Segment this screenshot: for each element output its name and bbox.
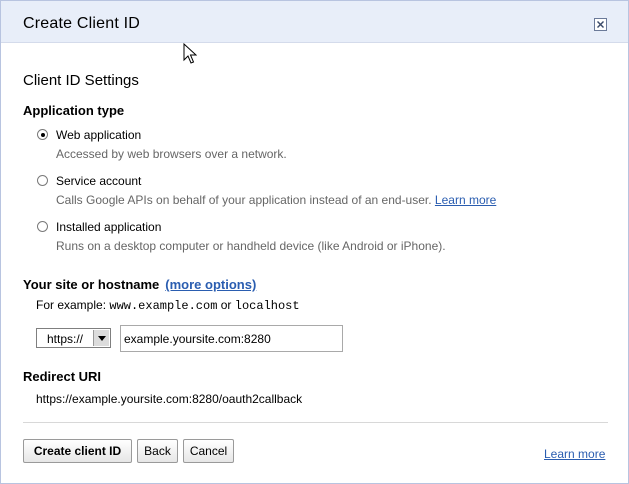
dialog-titlebar: Create Client ID bbox=[1, 1, 628, 43]
option-description: Runs on a desktop computer or handheld d… bbox=[56, 239, 446, 253]
radio-service-account[interactable] bbox=[37, 175, 48, 186]
option-label[interactable]: Web application bbox=[56, 128, 141, 142]
radio-web-application[interactable] bbox=[37, 129, 48, 140]
settings-heading: Client ID Settings bbox=[23, 72, 139, 89]
close-button[interactable] bbox=[594, 18, 607, 31]
learn-more-link[interactable]: Learn more bbox=[544, 447, 605, 461]
option-description: Accessed by web browsers over a network. bbox=[56, 147, 287, 161]
example-host: www.example.com bbox=[109, 299, 218, 313]
application-type-heading: Application type bbox=[23, 103, 125, 118]
radio-installed-application[interactable] bbox=[37, 221, 48, 232]
option-label[interactable]: Service account bbox=[56, 174, 141, 188]
cancel-button[interactable]: Cancel bbox=[183, 439, 234, 463]
service-account-learn-more-link[interactable]: Learn more bbox=[435, 193, 496, 207]
redirect-uri-heading: Redirect URI bbox=[23, 369, 102, 384]
create-client-id-button[interactable]: Create client ID bbox=[23, 439, 132, 463]
hostname-input[interactable] bbox=[120, 325, 343, 352]
site-heading-label: Your site or hostname bbox=[23, 277, 160, 292]
dialog-title: Create Client ID bbox=[23, 15, 141, 32]
close-icon bbox=[597, 21, 604, 28]
option-description: Calls Google APIs on behalf of your appl… bbox=[56, 193, 496, 207]
back-button[interactable]: Back bbox=[137, 439, 178, 463]
scheme-select-value: https:// bbox=[47, 332, 84, 346]
example-or: or bbox=[220, 298, 232, 312]
option-description-text: Calls Google APIs on behalf of your appl… bbox=[56, 193, 432, 207]
scheme-select[interactable]: https:// bbox=[36, 328, 111, 348]
divider bbox=[23, 422, 608, 423]
mouse-pointer-icon bbox=[183, 43, 197, 64]
redirect-uri-value: https://example.yoursite.com:8280/oauth2… bbox=[36, 392, 303, 406]
option-label[interactable]: Installed application bbox=[56, 220, 161, 234]
create-client-id-dialog: Create Client ID Client ID Settings Appl… bbox=[0, 0, 629, 484]
site-heading: Your site or hostname (more options) bbox=[23, 277, 256, 292]
chevron-down-icon[interactable] bbox=[93, 330, 109, 346]
example-text: For example: www.example.com or localhos… bbox=[36, 298, 300, 313]
example-prefix: For example: bbox=[36, 298, 107, 312]
example-localhost: localhost bbox=[234, 299, 300, 313]
more-options-link[interactable]: (more options) bbox=[165, 277, 256, 292]
